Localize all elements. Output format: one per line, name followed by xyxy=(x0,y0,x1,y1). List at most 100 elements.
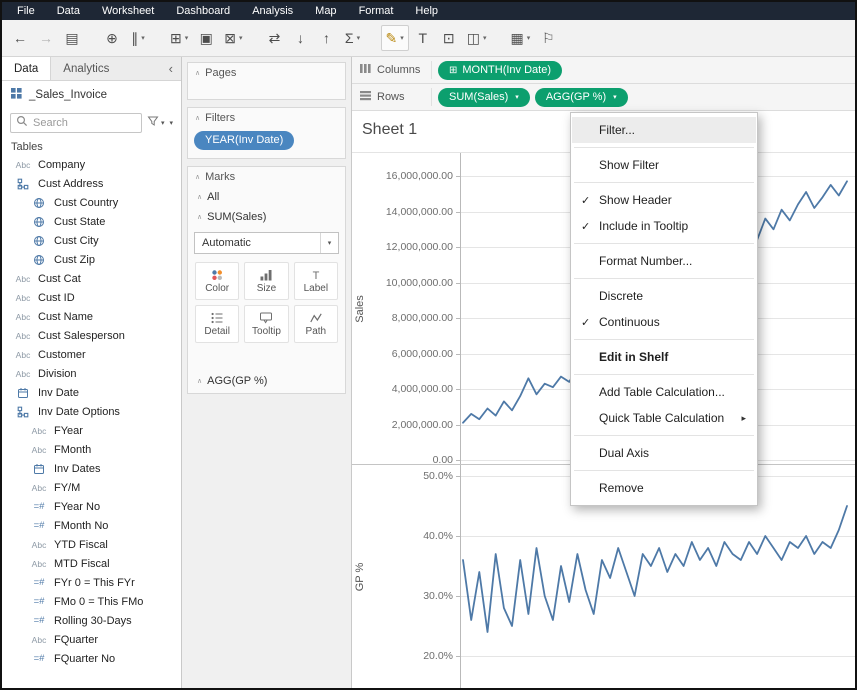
field-ytd-fiscal[interactable]: AbcYTD Fiscal xyxy=(2,535,181,554)
rows-pill-agg-gp[interactable]: AGG(GP %)▾ xyxy=(535,88,628,107)
pause-auto-updates-button[interactable]: ∥▾ xyxy=(126,25,150,51)
columns-shelf[interactable]: Columns ⊞MONTH(Inv Date) xyxy=(352,57,855,84)
menu-item-show-header[interactable]: ✓Show Header xyxy=(572,187,756,213)
menu-item-edit-in-shelf[interactable]: Edit in Shelf xyxy=(572,344,756,370)
menu-worksheet[interactable]: Worksheet xyxy=(91,2,165,20)
collapse-chevron-icon[interactable]: ∧ xyxy=(195,114,200,122)
field-fquarter-no[interactable]: =#FQuarter No xyxy=(2,649,181,668)
menu-format[interactable]: Format xyxy=(348,2,405,20)
rows-pill-sum-sales[interactable]: SUM(Sales)▾ xyxy=(438,88,530,107)
field-label: FQuarter xyxy=(54,634,98,646)
abc-icon: Abc xyxy=(28,483,50,493)
mark-button-size[interactable]: Size xyxy=(244,262,288,300)
field-inv-date[interactable]: Inv Date xyxy=(2,383,181,402)
menu-item-format-number[interactable]: Format Number... xyxy=(572,248,756,274)
text-label-button[interactable]: T xyxy=(411,25,435,51)
cell-borders-button[interactable]: ◫▾ xyxy=(463,25,491,51)
field-cust-address[interactable]: Cust Address xyxy=(2,174,181,193)
field-fmonth-no[interactable]: =#FMonth No xyxy=(2,516,181,535)
field-inv-dates[interactable]: Inv Dates xyxy=(2,459,181,478)
pane-options-caret-icon[interactable]: ▾ xyxy=(169,119,173,127)
field-fmonth[interactable]: AbcFMonth xyxy=(2,440,181,459)
menu-item-show-filter[interactable]: Show Filter xyxy=(572,152,756,178)
mark-button-path[interactable]: Path xyxy=(294,305,338,343)
filter-fields-button[interactable]: ▾ xyxy=(147,114,165,132)
sales-axis-ticks[interactable]: 16,000,000.0014,000,000.0012,000,000.001… xyxy=(372,153,460,464)
sort-descending-button[interactable]: ↑ xyxy=(315,25,339,51)
sales-axis-label[interactable]: Sales xyxy=(354,295,366,323)
collapse-chevron-icon[interactable]: ∧ xyxy=(195,69,200,77)
menu-item-include-in-tooltip[interactable]: ✓Include in Tooltip xyxy=(572,213,756,239)
tab-analytics[interactable]: Analytics xyxy=(51,57,121,80)
marks-section-all[interactable]: ∧All xyxy=(188,187,345,207)
field-cust-state[interactable]: Cust State xyxy=(2,212,181,231)
menu-dashboard[interactable]: Dashboard xyxy=(165,2,241,20)
field-cust-id[interactable]: AbcCust ID xyxy=(2,288,181,307)
redo-button[interactable]: → xyxy=(34,25,58,51)
menu-map[interactable]: Map xyxy=(304,2,347,20)
tab-data[interactable]: Data xyxy=(2,57,51,80)
menu-analysis[interactable]: Analysis xyxy=(241,2,304,20)
mark-button-tooltip[interactable]: Tooltip xyxy=(244,305,288,343)
mark-button-label: Detail xyxy=(204,326,230,337)
annotate-button[interactable]: ⊡ xyxy=(437,25,461,51)
field-fyear-no[interactable]: =#FYear No xyxy=(2,497,181,516)
field-cust-city[interactable]: Cust City xyxy=(2,231,181,250)
menu-item-continuous[interactable]: ✓Continuous xyxy=(572,309,756,335)
undo-button[interactable]: ← xyxy=(8,25,32,51)
field-cust-country[interactable]: Cust Country xyxy=(2,193,181,212)
marks-section-agg-gp[interactable]: ∧ AGG(GP %) xyxy=(188,371,345,393)
field-customer[interactable]: AbcCustomer xyxy=(2,345,181,364)
field-cust-name[interactable]: AbcCust Name xyxy=(2,307,181,326)
gp-axis-ticks[interactable]: 50.0%40.0%30.0%20.0% xyxy=(372,465,460,688)
menu-file[interactable]: File xyxy=(6,2,46,20)
field-cust-cat[interactable]: AbcCust Cat xyxy=(2,269,181,288)
field-fquarter[interactable]: AbcFQuarter xyxy=(2,630,181,649)
menu-item-quick-table-calculation[interactable]: Quick Table Calculation▸ xyxy=(572,405,756,431)
rows-shelf[interactable]: Rows SUM(Sales)▾AGG(GP %)▾ xyxy=(352,84,855,111)
filter-pill-year-inv-date[interactable]: YEAR(Inv Date) xyxy=(194,131,294,150)
field-company[interactable]: AbcCompany xyxy=(2,155,181,174)
sort-ascending-button[interactable]: ↓ xyxy=(289,25,313,51)
clear-sheet-button[interactable]: ⊠▾ xyxy=(220,25,246,51)
totals-button[interactable]: Σ▾ xyxy=(341,25,365,51)
menu-item-remove[interactable]: Remove xyxy=(572,475,756,501)
highlight-pen-button[interactable]: ✎▾ xyxy=(381,25,409,51)
field-inv-date-options[interactable]: Inv Date Options xyxy=(2,402,181,421)
menu-item-dual-axis[interactable]: Dual Axis xyxy=(572,440,756,466)
new-worksheet-button[interactable]: ⊞▾ xyxy=(166,25,192,51)
menu-data[interactable]: Data xyxy=(46,2,91,20)
duplicate-sheet-button[interactable]: ▣ xyxy=(194,25,218,51)
swap-rows-columns-button[interactable]: ⇄ xyxy=(263,25,287,51)
datasource-item[interactable]: _Sales_Invoice xyxy=(2,81,181,108)
add-data-source-button[interactable]: ⊕ xyxy=(100,25,124,51)
field-fyr-0-this-fyr[interactable]: =#FYr 0 = This FYr xyxy=(2,573,181,592)
field-fyear[interactable]: AbcFYear xyxy=(2,421,181,440)
collapse-chevron-icon[interactable]: ∧ xyxy=(195,173,200,181)
pages-drop-area[interactable] xyxy=(188,83,345,99)
save-button[interactable]: ▤ xyxy=(60,25,84,51)
mark-button-color[interactable]: Color xyxy=(195,262,239,300)
mark-button-detail[interactable]: Detail xyxy=(195,305,239,343)
field-rolling-30-days[interactable]: =#Rolling 30-Days xyxy=(2,611,181,630)
show-me-button[interactable]: ▦▾ xyxy=(507,25,535,51)
field-cust-zip[interactable]: Cust Zip xyxy=(2,250,181,269)
search-input[interactable]: Search xyxy=(10,113,142,133)
menu-item-filter[interactable]: Filter... xyxy=(572,117,756,143)
field-cust-salesperson[interactable]: AbcCust Salesperson xyxy=(2,326,181,345)
menu-item-label: Discrete xyxy=(599,289,643,303)
mark-button-label[interactable]: TLabel xyxy=(294,262,338,300)
field-fy-m[interactable]: AbcFY/M xyxy=(2,478,181,497)
field-division[interactable]: AbcDivision xyxy=(2,364,181,383)
columns-pill-month-inv-date[interactable]: ⊞MONTH(Inv Date) xyxy=(438,61,562,80)
gp-axis-label[interactable]: GP % xyxy=(354,562,366,591)
collapse-pane-icon[interactable]: ‹ xyxy=(161,57,181,80)
marks-section-sum-sales[interactable]: ∧SUM(Sales) xyxy=(188,207,345,227)
menu-item-discrete[interactable]: Discrete xyxy=(572,283,756,309)
field-mtd-fiscal[interactable]: AbcMTD Fiscal xyxy=(2,554,181,573)
mark-type-select[interactable]: Automatic ▾ xyxy=(194,232,339,254)
menu-help[interactable]: Help xyxy=(404,2,449,20)
menu-item-add-table-calculation[interactable]: Add Table Calculation... xyxy=(572,379,756,405)
field-fmo-0-this-fmo[interactable]: =#FMo 0 = This FMo xyxy=(2,592,181,611)
presentation-mode-button[interactable]: ⚐ xyxy=(536,25,560,51)
